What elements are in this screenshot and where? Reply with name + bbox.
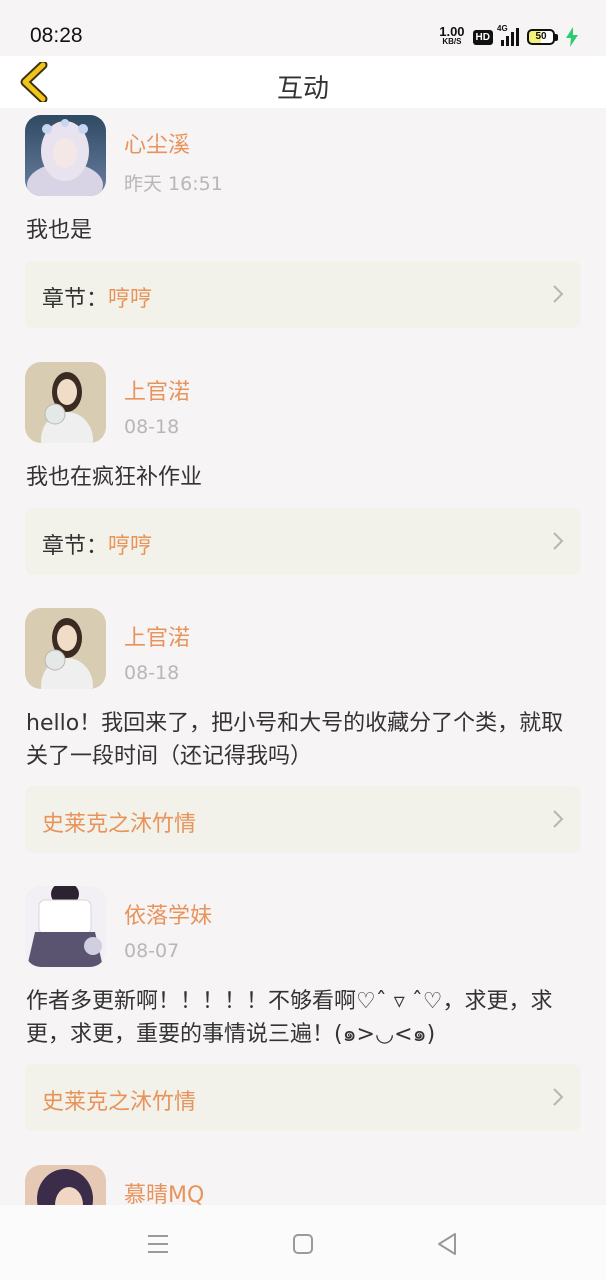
post-date: 08-07 [124,940,180,962]
book-link-card[interactable]: 史莱克之沐竹情 [25,786,581,853]
chapter-link-card[interactable]: 章节：哼哼 [25,261,581,328]
chapter-label: 章节：哼哼 [42,534,153,559]
comment-text: 作者多更新啊！！！！！不够看啊♡ˆ ▿ ˆ♡，求更，求更，求更，重要的事情说三遍… [26,989,553,1047]
chapter-label: 史莱克之沐竹情 [42,1084,196,1116]
avatar[interactable] [25,362,106,443]
page-title: 互动 [276,74,329,104]
battery-level: 50 [527,29,555,45]
username[interactable]: 依落学妹 [124,898,212,930]
comment-text: 我也是 [26,218,93,243]
back-nav-button[interactable] [430,1227,464,1261]
username[interactable]: 慕晴MQ [124,1177,204,1205]
status-bar: 08:28 1.00 KB/S HD 4G 50 [0,0,606,56]
nav-bar: 互动 [0,56,606,108]
net-speed: 1.00 KB/S [439,24,465,47]
home-square-icon [293,1234,313,1254]
menu-button[interactable] [141,1227,175,1261]
post-date: 08-18 [124,662,180,684]
chapter-label: 章节：哼哼 [42,287,153,312]
net-speed-unit: KB/S [442,37,462,46]
comment-text: hello！我回来了，把小号和大号的收藏分了个类，就取关了一段时间（还记得我吗） [26,711,564,769]
username[interactable]: 上官渃 [124,374,190,406]
avatar[interactable] [25,115,106,196]
chevron-right-icon [553,1088,564,1106]
network-type: 4G [497,24,508,33]
comment-feed[interactable]: 心尘溪 昨天 16:51 我也是 章节：哼哼 上官渃 08-18 我也在疯狂补作… [0,108,606,1205]
username[interactable]: 上官渃 [124,620,190,652]
avatar[interactable] [25,1165,106,1205]
charging-icon [566,27,578,47]
back-triangle-icon [438,1233,456,1255]
menu-icon [148,1235,168,1253]
chapter-name: 哼哼 [108,534,153,559]
net-speed-value: 1.00 [439,24,465,39]
chapter-label: 史莱克之沐竹情 [42,806,196,838]
comment-text: 我也在疯狂补作业 [26,465,203,490]
book-name: 史莱克之沐竹情 [42,812,197,837]
post-date: 08-18 [124,416,180,438]
book-name: 史莱克之沐竹情 [42,1090,197,1115]
signal-icon: 4G [497,24,519,46]
battery-icon: 50 [527,29,558,45]
home-button[interactable] [286,1227,320,1261]
chevron-right-icon [553,810,564,828]
status-time: 08:28 [30,24,83,47]
post-date: 昨天 16:51 [124,173,223,195]
status-icons: 1.00 KB/S HD 4G 50 [439,24,578,50]
avatar[interactable] [25,886,106,967]
avatar[interactable] [25,608,106,689]
chapter-name: 哼哼 [108,287,153,312]
chevron-right-icon [553,285,564,303]
book-link-card[interactable]: 史莱克之沐竹情 [25,1064,581,1131]
chevron-right-icon [553,532,564,550]
username[interactable]: 心尘溪 [124,127,190,159]
system-nav-bar [0,1205,606,1280]
hd-icon: HD [472,29,493,45]
chapter-link-card[interactable]: 章节：哼哼 [25,508,581,575]
